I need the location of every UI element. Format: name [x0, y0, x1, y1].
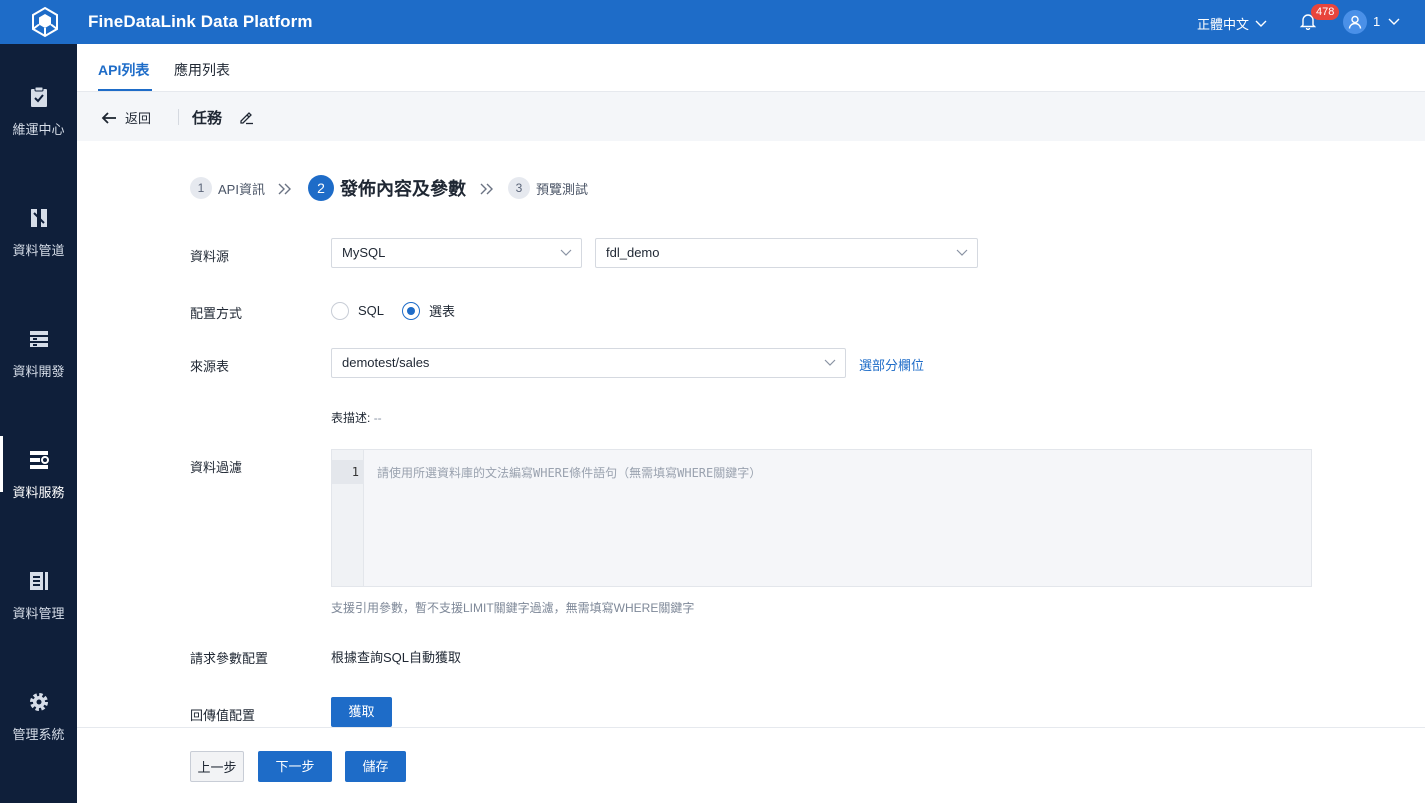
sidebar: 維運中心 資料管道 資料開發 資料服務 資料管理 管理系統 — [0, 44, 77, 803]
sidebar-item-label: 維運中心 — [12, 122, 65, 137]
app-logo-icon[interactable] — [29, 6, 61, 38]
step-label: 預覽測試 — [536, 181, 589, 197]
chevron-down-icon — [824, 359, 836, 366]
tab-api-list[interactable]: API列表 — [98, 60, 149, 80]
active-tab-indicator — [98, 89, 152, 91]
task-header: 返回 任務 — [77, 92, 1425, 141]
language-selector[interactable]: 正體中文 — [1197, 14, 1267, 33]
task-title: 任務 — [192, 110, 223, 127]
user-icon — [1348, 15, 1362, 29]
chevron-down-icon — [1388, 18, 1400, 25]
step-preview-test[interactable]: 3 預覽測試 — [508, 177, 588, 199]
sidebar-item-operations[interactable]: 維運中心 — [0, 73, 77, 163]
request-param-label: 請求參數配置 — [190, 651, 269, 666]
arrow-left-icon — [101, 111, 116, 124]
tab-bar: API列表 應用列表 — [77, 44, 1425, 92]
user-name: 1 — [1373, 14, 1381, 29]
server-stack-icon — [30, 331, 48, 347]
datasource-name-value: fdl_demo — [606, 245, 660, 260]
tab-app-list[interactable]: 應用列表 — [174, 60, 230, 80]
return-value-label: 回傳值配置 — [190, 708, 256, 723]
where-clause-editor[interactable]: 1 請使用所選資料庫的文法編寫WHERE條件語句（無需填寫WHERE關鍵字） — [331, 449, 1312, 587]
sidebar-item-label: 管理系統 — [12, 727, 65, 742]
step-publish-content[interactable]: 2 發佈內容及參數 — [308, 175, 466, 201]
gear-icon — [30, 693, 48, 711]
sidebar-item-label: 資料管理 — [12, 606, 65, 621]
prev-step-button[interactable]: 上一步 — [190, 751, 244, 782]
source-table-value: demotest/sales — [342, 355, 430, 370]
next-step-button[interactable]: 下一步 — [258, 751, 332, 782]
sidebar-item-label: 資料開發 — [12, 364, 65, 379]
double-chevron-right-icon — [480, 183, 493, 195]
notification-badge: 478 — [1311, 4, 1340, 20]
data-management-icon — [30, 572, 48, 590]
datasource-type-value: MySQL — [342, 245, 386, 260]
datasource-label: 資料源 — [190, 249, 230, 264]
radio-select-table-label[interactable]: 選表 — [429, 301, 455, 320]
table-desc-label: 表描述: — [331, 411, 371, 425]
api-service-icon — [30, 451, 49, 469]
radio-select-table[interactable] — [402, 301, 421, 320]
pipeline-icon — [31, 209, 47, 227]
sidebar-item-system[interactable]: 管理系統 — [0, 678, 77, 768]
select-fields-link[interactable]: 選部分欄位 — [859, 355, 924, 374]
double-chevron-right-icon — [278, 183, 291, 195]
back-label: 返回 — [125, 111, 152, 126]
sidebar-item-data-service[interactable]: 資料服務 — [0, 436, 77, 526]
fetch-button[interactable]: 獲取 — [331, 697, 392, 727]
footer-actions: 上一步 下一步 儲存 — [77, 727, 1425, 803]
back-button[interactable]: 返回 — [101, 108, 151, 127]
step-api-info[interactable]: 1 API資訊 — [190, 177, 265, 199]
sidebar-item-pipeline[interactable]: 資料管道 — [0, 194, 77, 284]
table-description: 表描述: -- — [331, 409, 382, 426]
step-label: API資訊 — [218, 181, 265, 197]
sidebar-item-label: 資料管道 — [12, 243, 65, 258]
step-number: 3 — [508, 177, 530, 199]
sidebar-item-label: 資料服務 — [12, 485, 65, 500]
chevron-down-icon — [956, 249, 968, 256]
edit-icon[interactable] — [238, 109, 254, 125]
datasource-type-select[interactable]: MySQL — [331, 238, 582, 268]
editor-gutter: 1 — [332, 450, 364, 586]
source-table-select[interactable]: demotest/sales — [331, 348, 846, 378]
source-table-label: 來源表 — [190, 359, 230, 374]
radio-sql-label[interactable]: SQL — [358, 303, 384, 318]
sidebar-item-data-management[interactable]: 資料管理 — [0, 557, 77, 647]
filter-label: 資料過濾 — [190, 460, 243, 475]
line-number: 1 — [332, 460, 364, 484]
config-mode-radio-group: SQL 選表 — [331, 301, 455, 320]
request-param-text: 根據查詢SQL自動獲取 — [331, 650, 462, 665]
filter-hint: 支援引用參數，暫不支援LIMIT關鍵字過濾，無需填寫WHERE關鍵字 — [331, 601, 695, 615]
divider — [178, 109, 179, 125]
app-title: FineDataLink Data Platform — [88, 12, 313, 31]
step-number: 2 — [308, 175, 334, 201]
avatar[interactable] — [1343, 10, 1367, 34]
datasource-name-select[interactable]: fdl_demo — [595, 238, 978, 268]
chevron-down-icon — [560, 249, 572, 256]
config-mode-label: 配置方式 — [190, 306, 243, 321]
clipboard-check-icon — [31, 86, 47, 107]
sidebar-item-development[interactable]: 資料開發 — [0, 315, 77, 405]
table-desc-value: -- — [373, 411, 382, 425]
step-number: 1 — [190, 177, 212, 199]
radio-sql[interactable] — [331, 301, 349, 320]
chevron-down-icon — [1255, 20, 1267, 27]
user-menu[interactable]: 1 — [1373, 14, 1400, 29]
language-label: 正體中文 — [1197, 17, 1250, 32]
step-label: 發佈內容及參數 — [340, 179, 466, 199]
editor-placeholder: 請使用所選資料庫的文法編寫WHERE條件語句（無需填寫WHERE關鍵字） — [377, 466, 762, 480]
top-bar: FineDataLink Data Platform 正體中文 478 1 — [0, 0, 1425, 44]
save-button[interactable]: 儲存 — [345, 751, 406, 782]
